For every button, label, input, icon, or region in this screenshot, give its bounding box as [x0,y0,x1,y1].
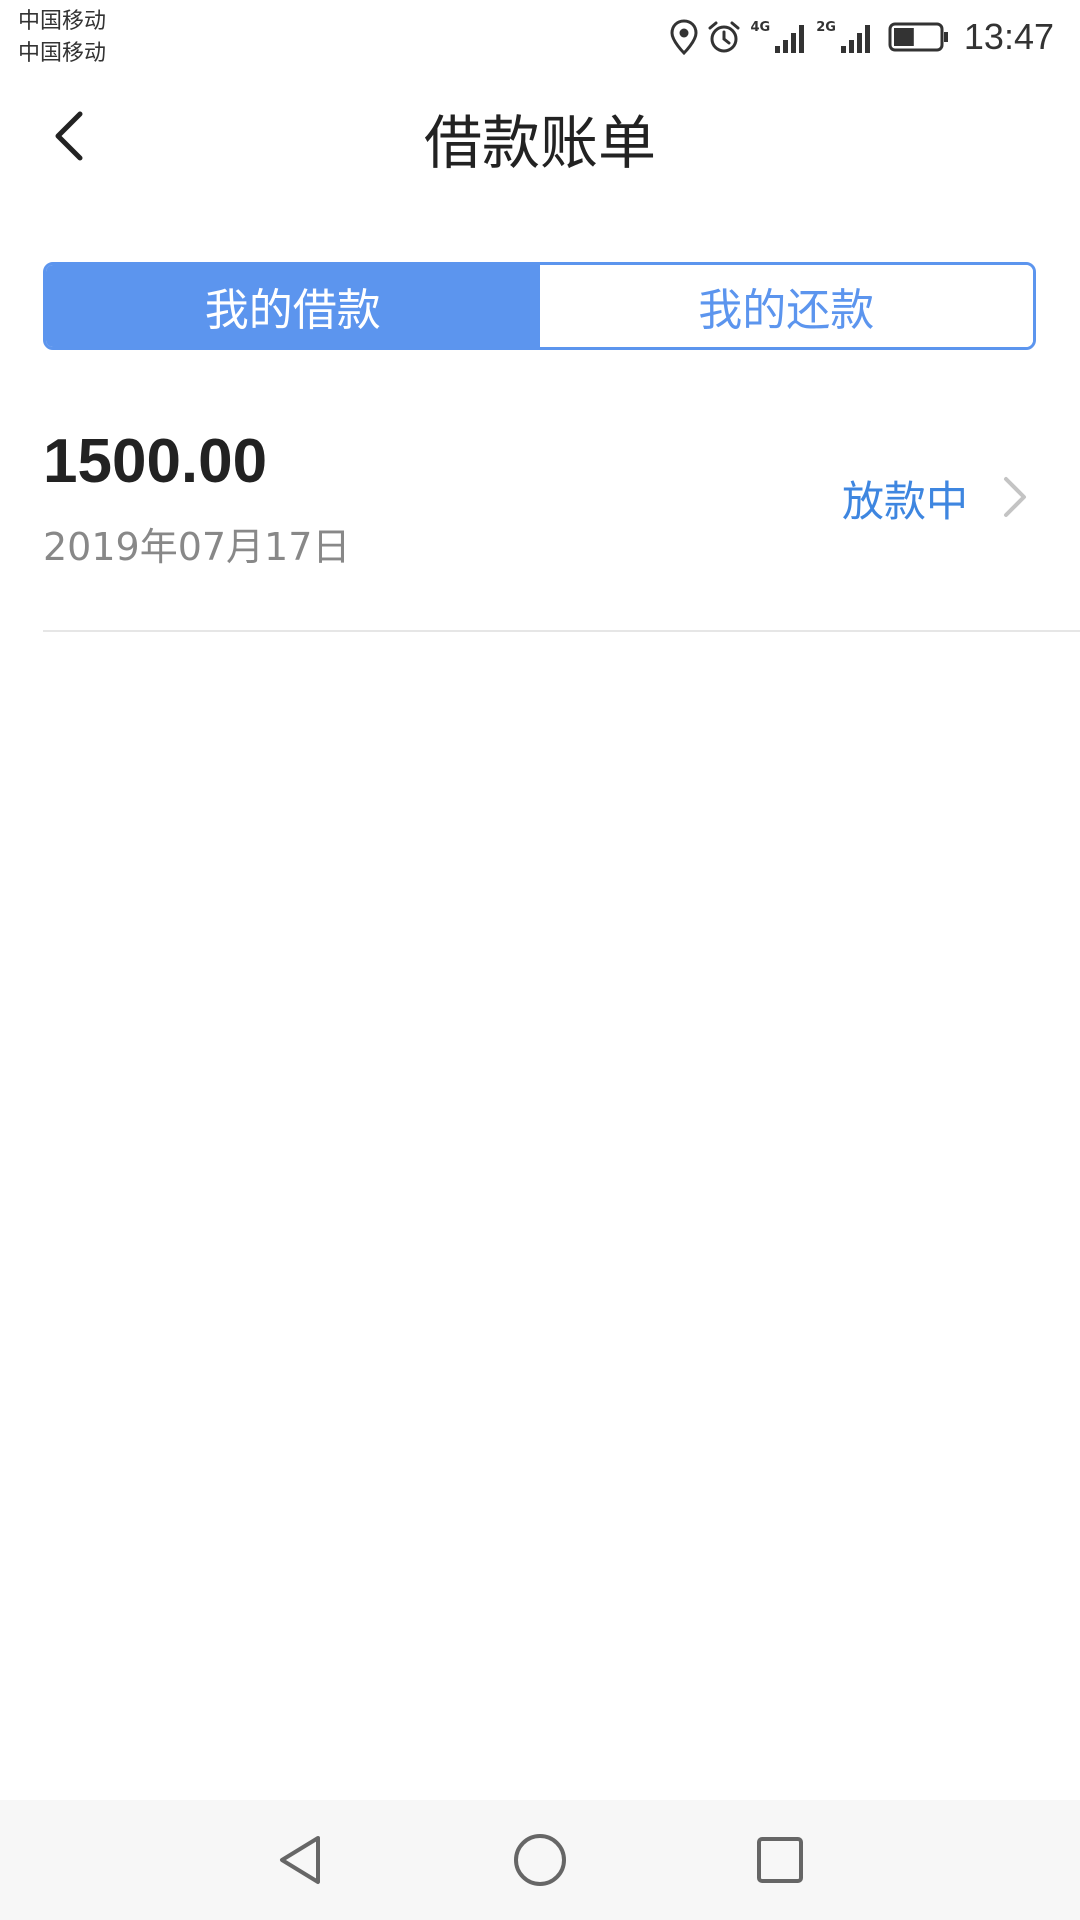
bill-status: 放款中 [841,477,968,526]
nav-back-button[interactable] [270,1830,330,1890]
signal-2-icon [840,20,874,54]
network-2-label: 2G [816,19,836,35]
location-icon [670,19,698,55]
chevron-right-icon [1000,474,1030,520]
bill-date: 2019年07月17日 [43,525,351,569]
network-1-label: 4G [750,19,771,35]
carrier-labels: 中国移动 中国移动 [18,6,106,70]
title-bar: 借款账单 [0,76,1080,202]
tab-my-repayments-label: 我的还款 [698,285,875,336]
nav-recent-button[interactable] [750,1830,810,1890]
page-title: 借款账单 [423,109,656,177]
tab-my-loans-label: 我的借款 [204,285,381,336]
list-item[interactable]: 1500.00 2019年07月17日 放款中 [43,410,1080,632]
carrier-2-label: 中国移动 [18,41,107,66]
bill-amount: 1500.00 [43,427,268,496]
status-icons: 4G 2G 13:47 [662,12,1054,62]
segmented-tabs: 我的借款 我的还款 [43,262,1036,350]
battery-icon [888,21,950,53]
nav-home-button[interactable] [510,1830,570,1890]
triangle-back-icon [270,1830,330,1890]
alarm-icon [706,19,742,55]
system-nav-bar [0,1800,1080,1920]
tab-my-repayments[interactable]: 我的还款 [539,265,1033,347]
status-bar: 中国移动 中国移动 4G 2G 13:47 [0,0,1080,76]
carrier-1-label: 中国移动 [18,9,107,34]
square-recent-icon [750,1830,810,1890]
circle-home-icon [510,1830,570,1890]
signal-1-icon [774,20,808,54]
status-time: 13:47 [963,16,1054,57]
tab-my-loans[interactable]: 我的借款 [46,265,540,347]
